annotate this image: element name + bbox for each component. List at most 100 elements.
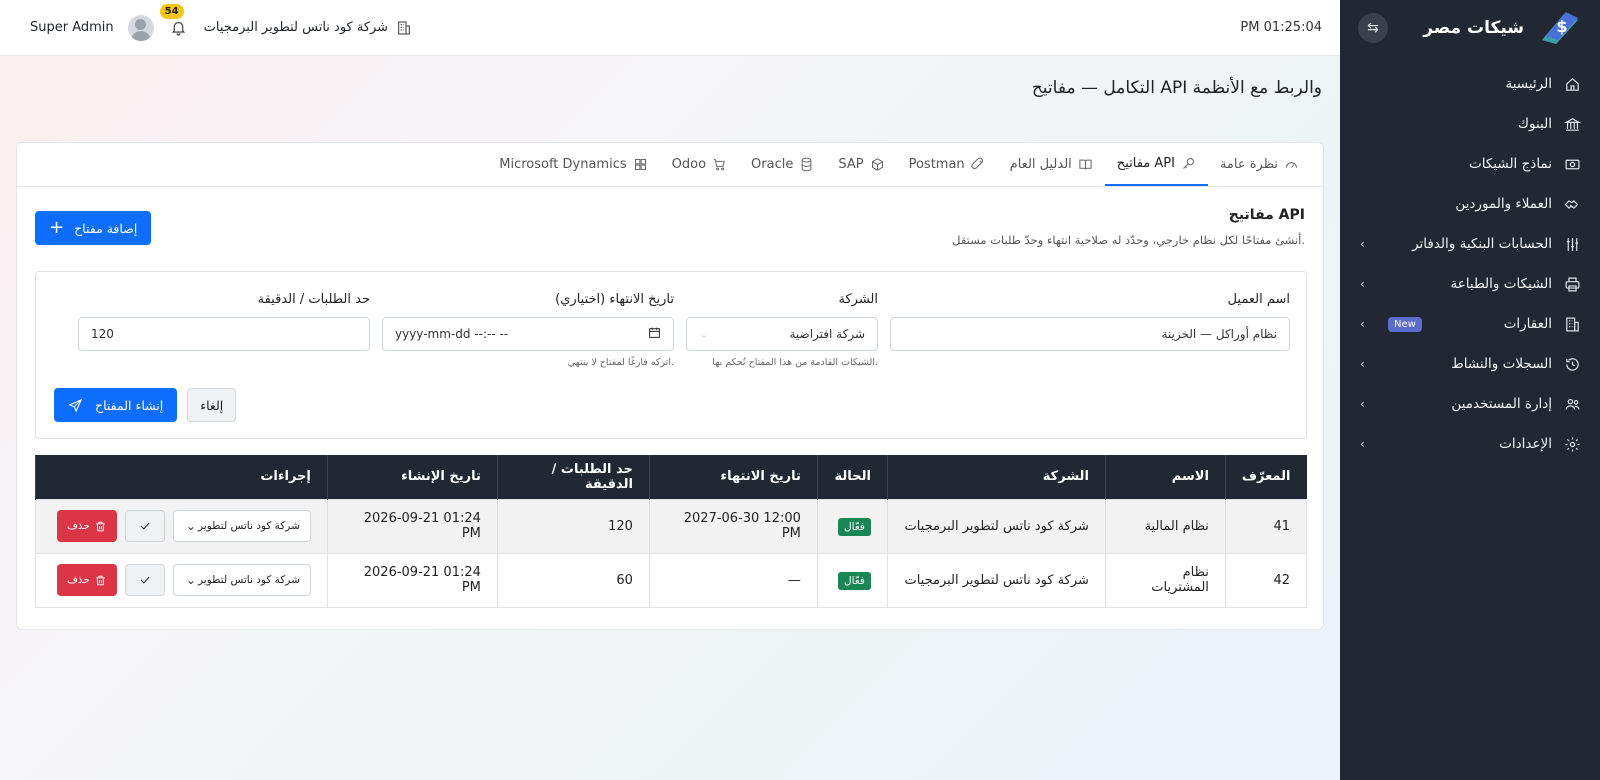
- section-header: مفاتيح API أنشئ مفتاحًا لكل نظام خارجي، …: [952, 207, 1305, 247]
- sliders-icon: [1562, 234, 1582, 254]
- cell-company: شركة كود ناتس لتطوير البرمجيات: [886, 552, 1106, 608]
- company-help: الشيكات القادمة من هذا المفتاح تُحكم بها…: [712, 357, 878, 368]
- th-expiry: تاريخ الانتهاء: [648, 455, 818, 499]
- th-name: الاسم: [1104, 455, 1226, 499]
- add-key-label: إضافة مفتاح: [74, 220, 138, 236]
- tab-label: نظرة عامة: [1219, 157, 1278, 172]
- tab-postman[interactable]: Postman: [897, 143, 998, 186]
- brand: $ شيكات مصر ⇆: [1340, 0, 1600, 56]
- cart-icon: [713, 159, 725, 171]
- company-select[interactable]: ⌄ شركة افتراضية: [686, 317, 878, 351]
- company-reassign-select[interactable]: ⌄ شركة كود ناتس لتطوير: [172, 510, 311, 542]
- sidebar-item-banks[interactable]: البنوك: [1340, 104, 1600, 144]
- add-key-button[interactable]: + إضافة مفتاح: [35, 211, 152, 245]
- sidebar-item-checks-printing[interactable]: الشيكات والطباعة ‹: [1340, 264, 1600, 304]
- avatar[interactable]: [127, 14, 154, 41]
- calendar-icon[interactable]: [648, 326, 661, 342]
- tab-label: Microsoft Dynamics: [499, 157, 627, 172]
- sidebar-item-home[interactable]: الرئيسية: [1340, 64, 1600, 104]
- sidebar-item-label: الحسابات البنكية والدفاتر: [1412, 236, 1552, 252]
- delete-button[interactable]: حذف: [57, 510, 117, 542]
- cell-id: 41: [1224, 498, 1308, 554]
- new-badge: New: [1388, 316, 1422, 332]
- client-name-input[interactable]: نظام أوراكل — الخزينة: [890, 317, 1290, 351]
- tab-overview[interactable]: نظرة عامة: [1208, 143, 1311, 186]
- sidebar-item-bank-accounts[interactable]: الحسابات البنكية والدفاتر ‹: [1340, 224, 1600, 264]
- table-row: 42 نظام المشتريات شركة كود ناتس لتطوير ا…: [35, 552, 1308, 608]
- chevron-down-icon: ⌄: [185, 519, 196, 533]
- delete-button[interactable]: حذف: [57, 564, 117, 596]
- sidebar-nav: الرئيسية البنوك نماذج الشيكات العملاء وا…: [1340, 64, 1600, 464]
- sidebar-item-label: إدارة المستخدمين: [1451, 396, 1552, 412]
- cell-company: شركة كود ناتس لتطوير البرمجيات: [886, 498, 1106, 554]
- sidebar-item-clients-suppliers[interactable]: العملاء والموردين: [1340, 184, 1600, 224]
- tab-microsoft-dynamics[interactable]: Microsoft Dynamics: [487, 143, 659, 186]
- create-key-button[interactable]: إنشاء المفتاح: [54, 388, 178, 422]
- notification-count-badge: 54: [159, 3, 184, 19]
- tab-api-keys[interactable]: مفاتيح API: [1104, 143, 1208, 186]
- clock: PM 01:25:04: [1240, 20, 1322, 35]
- cash-icon: [1562, 154, 1582, 174]
- tab-sap[interactable]: SAP: [826, 143, 896, 186]
- printer-icon: [1562, 274, 1582, 294]
- chevron-left-icon: ‹: [1360, 357, 1365, 371]
- status-badge: فعّال: [837, 571, 871, 590]
- company-switcher[interactable]: شركة كود ناتس لتطوير البرمجيات: [204, 20, 412, 36]
- expiry-input[interactable]: yyyy-mm-dd --:-- --: [382, 317, 674, 351]
- rocket-icon: [970, 157, 983, 170]
- company-reassign-select[interactable]: ⌄ شركة كود ناتس لتطوير: [172, 564, 311, 596]
- user-name[interactable]: Super Admin: [30, 20, 114, 35]
- table-row: 41 نظام المالية شركة كود ناتس لتطوير الب…: [35, 498, 1308, 554]
- brand-logo[interactable]: $: [1538, 10, 1582, 46]
- bell-icon: [171, 21, 186, 36]
- cell-actions: حذف ⌄ شركة كود ناتس لتطوير: [35, 552, 328, 608]
- key-icon: [1183, 158, 1194, 169]
- rate-limit-input[interactable]: 120: [78, 317, 370, 351]
- notifications-button[interactable]: 54: [159, 3, 190, 39]
- users-icon: [1562, 394, 1582, 414]
- sidebar-item-check-templates[interactable]: نماذج الشيكات: [1340, 144, 1600, 184]
- tab-label: Oracle: [751, 157, 794, 172]
- chevron-down-icon: ⌄: [185, 573, 196, 587]
- chevron-left-icon: ‹: [1360, 317, 1365, 331]
- bank-icon: [1562, 114, 1582, 134]
- company-label: الشركة: [838, 292, 878, 307]
- chevron-left-icon: ‹: [1360, 277, 1365, 291]
- cell-name: نظام المشتريات: [1104, 552, 1226, 608]
- sidebar-item-settings[interactable]: الإعدادات ‹: [1340, 424, 1600, 464]
- chevron-left-icon: ‹: [1360, 397, 1365, 411]
- sidebar-item-logs-activity[interactable]: السجلات والنشاط ‹: [1340, 344, 1600, 384]
- cell-rate: 60: [496, 552, 650, 608]
- page-title: التكامل — مفاتيح API والربط مع الأنظمة: [1031, 78, 1322, 98]
- tab-odoo[interactable]: Odoo: [660, 143, 739, 186]
- save-company-button[interactable]: [124, 564, 165, 596]
- topbar-left: Super Admin 54 شركة كود ناتس لتطوير البر…: [30, 3, 412, 41]
- chevron-left-icon: ‹: [1360, 437, 1365, 451]
- company-name: شركة كود ناتس لتطوير البرمجيات: [203, 20, 389, 35]
- sidebar-item-label: نماذج الشيكات: [1469, 156, 1552, 172]
- rate-limit-field: حد الطلبات / الدقيقة 120: [78, 292, 370, 351]
- th-created: تاريخ الإنشاء: [326, 455, 498, 499]
- gear-icon: [1562, 434, 1582, 454]
- expiry-label: تاريخ الانتهاء (اختياري): [555, 292, 674, 307]
- cell-actions: حذف ⌄ شركة كود ناتس لتطوير: [35, 498, 328, 554]
- rate-limit-value: 120: [91, 327, 114, 341]
- cell-expiry: 2027-06-30 12:00 PM: [648, 498, 818, 554]
- tab-oracle[interactable]: Oracle: [739, 143, 826, 186]
- tab-public-guide[interactable]: الدليل العام: [998, 143, 1105, 186]
- sidebar-toggle-button[interactable]: ⇆: [1358, 13, 1388, 43]
- sidebar-item-real-estate[interactable]: العقارات New ‹: [1340, 304, 1600, 344]
- sidebar-item-label: الرئيسية: [1505, 76, 1553, 92]
- row-actions: حذف ⌄ شركة كود ناتس لتطوير: [52, 510, 311, 542]
- cell-created: 2026-09-21 01:24 PM: [326, 552, 498, 608]
- integration-card: نظرة عامة مفاتيح API الدليل العام Postma…: [16, 142, 1324, 630]
- sidebar-item-user-management[interactable]: إدارة المستخدمين ‹: [1340, 384, 1600, 424]
- cell-rate: 120: [496, 498, 650, 554]
- tab-label: SAP: [838, 157, 864, 172]
- save-company-button[interactable]: [124, 510, 165, 542]
- row-actions: حذف ⌄ شركة كود ناتس لتطوير: [52, 564, 311, 596]
- company-select-value: شركة افتراضية: [789, 327, 865, 341]
- cancel-button[interactable]: إلغاء: [187, 388, 237, 422]
- tab-label: الدليل العام: [1009, 157, 1072, 172]
- api-keys-table: المعرّف الاسم الشركة الحالة تاريخ الانته…: [35, 455, 1308, 608]
